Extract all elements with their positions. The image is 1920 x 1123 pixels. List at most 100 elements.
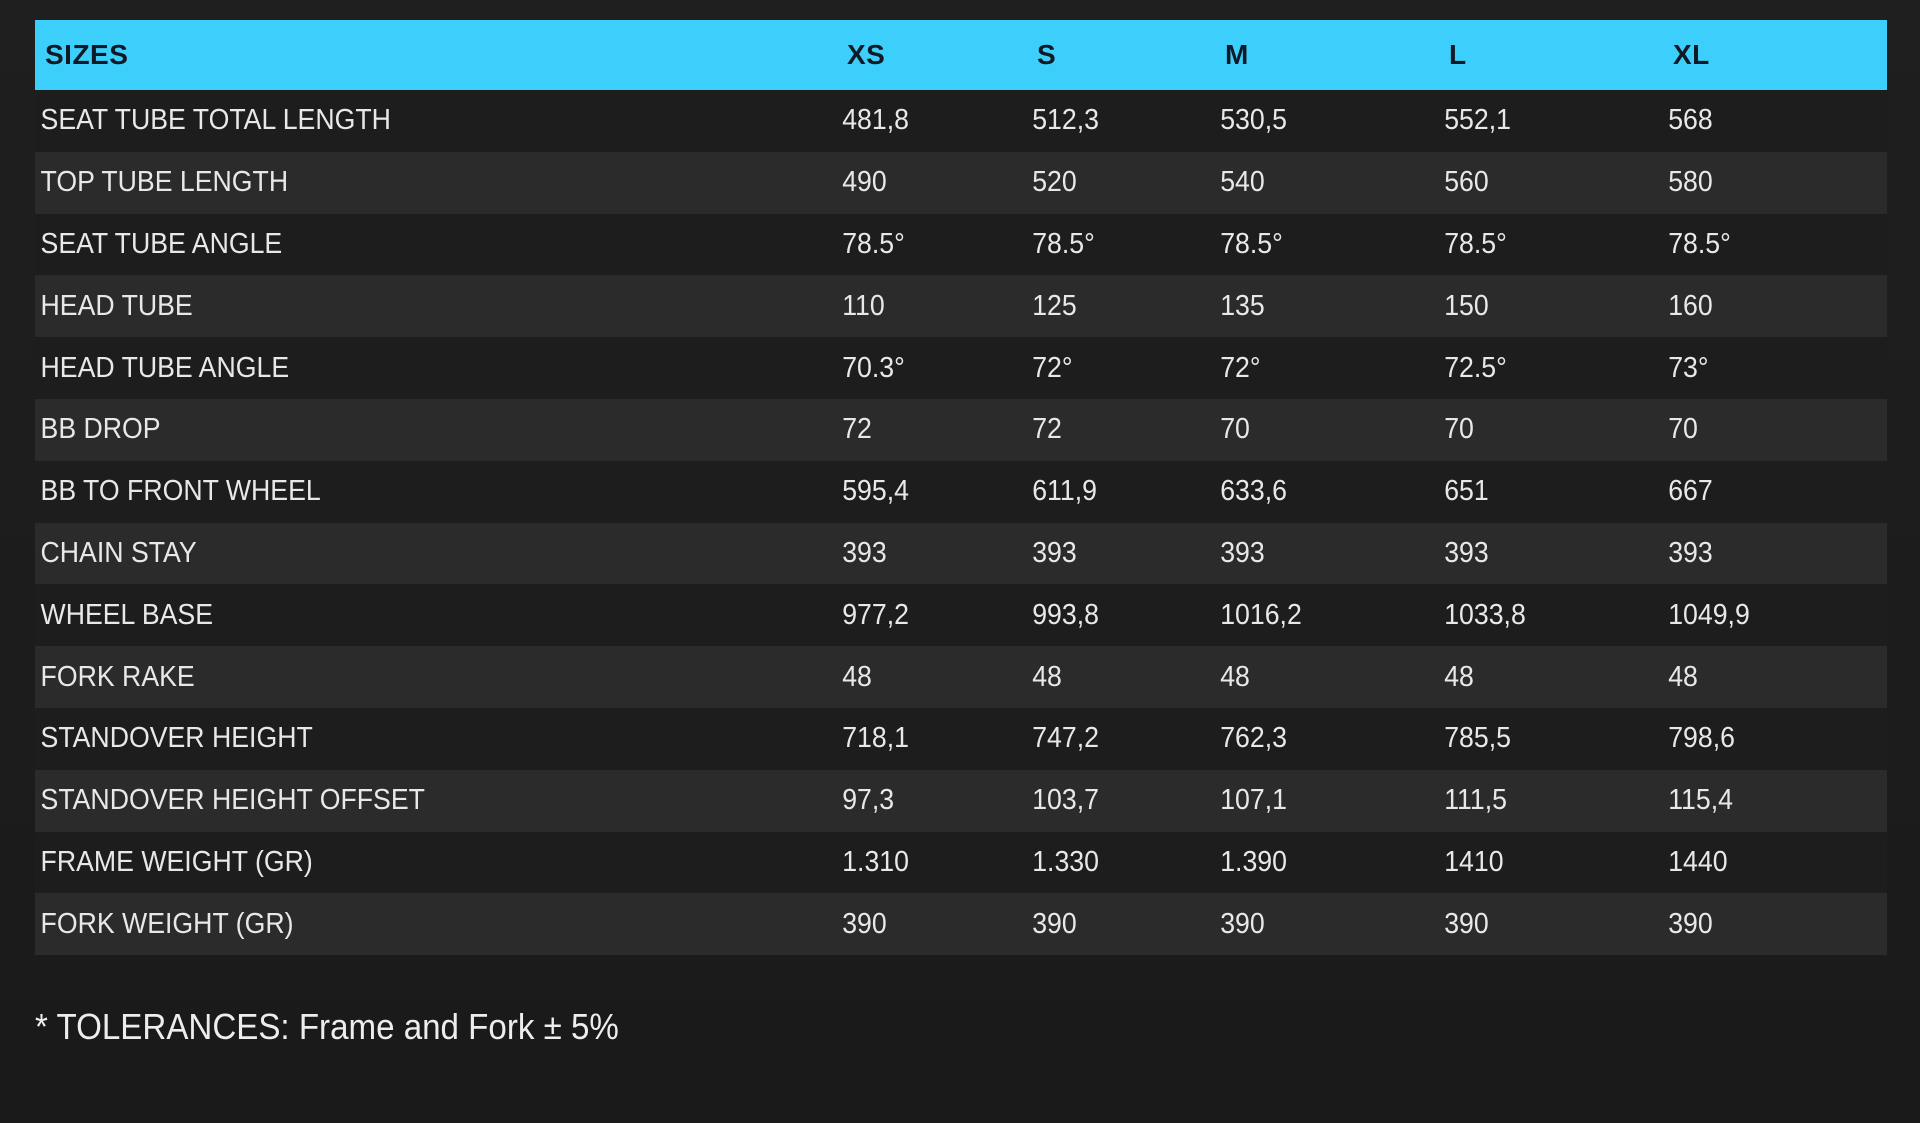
cell-xl: 73° [1668,351,1709,384]
cell-m: 72° [1220,351,1261,384]
cell-s: 1.330 [1032,845,1099,878]
cell-m: 530,5 [1220,104,1287,137]
cell-s: 520 [1032,166,1077,199]
row-label: SEAT TUBE TOTAL LENGTH [40,104,391,137]
cell-s: 125 [1032,289,1077,322]
cell-xs: 595,4 [842,475,909,508]
table-row: STANDOVER HEIGHT OFFSET 97,3 103,7 107,1 111… [35,769,1887,832]
cell-xs: 490 [842,166,887,199]
cell-xl: 1440 [1668,845,1728,878]
cell-xl: 1049,9 [1668,598,1750,631]
cell-s: 72° [1032,351,1073,384]
table-row: TOP TUBE LENGTH 490 520 540 560 580 [35,151,1887,214]
table-row: WHEEL BASE 977,2 993,8 1016,2 1033,8 1049,9 [35,584,1887,647]
cell-l: 552,1 [1444,104,1511,137]
cell-l: 150 [1444,289,1489,322]
cell-xs: 481,8 [842,104,909,137]
table-row: FRAME WEIGHT (GR) 1.310 1.330 1.390 1410 1440 [35,831,1887,894]
cell-l: 78.5° [1444,227,1507,260]
table-header: SIZES XS S M L XL [35,20,1887,90]
cell-m: 540 [1220,166,1265,199]
cell-m: 1016,2 [1220,598,1302,631]
cell-m: 762,3 [1220,722,1287,755]
row-label: FRAME WEIGHT (GR) [40,845,313,878]
row-label: BB TO FRONT WHEEL [40,475,321,508]
table-row: HEAD TUBE ANGLE 70.3° 72° 72° 72.5° 73° [35,337,1887,399]
tolerances-footnote: * TOLERANCES: Frame and Fork ± 5% [35,1006,619,1047]
cell-xl: 798,6 [1668,722,1735,755]
cell-xl: 393 [1668,536,1713,569]
cell-xs: 977,2 [842,598,909,631]
cell-xl: 70 [1668,413,1698,446]
cell-m: 70 [1220,413,1250,446]
header-row: SIZES XS S M L XL [35,20,1887,90]
row-label: STANDOVER HEIGHT OFFSET [40,784,425,817]
header-size-l: L [1449,39,1467,70]
cell-m: 78.5° [1220,227,1283,260]
table-row: SEAT TUBE ANGLE 78.5° 78.5° 78.5° 78.5° 78.5° [35,213,1887,276]
cell-s: 512,3 [1032,104,1099,137]
cell-s: 72 [1032,413,1062,446]
cell-xs: 718,1 [842,722,909,755]
cell-s: 48 [1032,660,1062,693]
row-label: HEAD TUBE [40,289,193,322]
cell-xs: 110 [842,289,885,322]
cell-l: 393 [1444,536,1489,569]
cell-m: 390 [1220,907,1265,940]
cell-xs: 48 [842,660,872,693]
cell-xl: 160 [1668,289,1713,322]
row-label: WHEEL BASE [40,598,214,631]
table-row: SEAT TUBE TOTAL LENGTH 481,8 512,3 530,5 552… [35,90,1887,152]
cell-s: 78.5° [1032,227,1095,260]
cell-m: 633,6 [1220,475,1287,508]
cell-l: 72.5° [1444,351,1507,384]
cell-l: 70 [1444,413,1474,446]
row-label: STANDOVER HEIGHT [40,722,313,755]
geometry-table: SIZES XS S M L XL SEAT TUBE TOTAL LENGTH… [35,20,1887,956]
cell-s: 393 [1032,536,1077,569]
table-row: BB TO FRONT WHEEL 595,4 611,9 633,6 651 667 [35,460,1887,523]
cell-xs: 393 [842,536,887,569]
cell-l: 1410 [1444,845,1504,878]
cell-m: 48 [1220,660,1250,693]
table-row: HEAD TUBE 110 125 135 150 160 [35,275,1887,338]
table-row: FORK RAKE 48 48 48 48 48 [35,646,1887,708]
header-sizes: SIZES [45,39,129,70]
cell-l: 390 [1444,907,1489,940]
cell-xl: 48 [1668,660,1698,693]
cell-xl: 78.5° [1668,227,1731,260]
cell-xs: 1.310 [842,845,909,878]
cell-l: 1033,8 [1444,598,1526,631]
row-label: HEAD TUBE ANGLE [40,351,290,384]
cell-xs: 97,3 [842,784,895,817]
cell-xs: 78.5° [842,227,905,260]
cell-s: 747,2 [1032,722,1099,755]
row-label: CHAIN STAY [40,536,197,569]
cell-s: 103,7 [1032,784,1099,817]
cell-l: 111,5 [1444,784,1508,817]
cell-s: 611,9 [1032,475,1097,508]
cell-m: 1.390 [1220,845,1287,878]
header-size-m: M [1225,39,1249,70]
cell-xl: 667 [1668,475,1713,508]
cell-l: 651 [1444,475,1489,508]
table-row: STANDOVER HEIGHT 718,1 747,2 762,3 785,5 798,… [35,707,1887,770]
table-row: FORK WEIGHT (GR) 390 390 390 390 390 [35,893,1887,956]
table-row: CHAIN STAY 393 393 393 393 393 [35,522,1887,585]
cell-xl: 115,4 [1668,784,1733,817]
table-row: BB DROP 72 72 70 70 70 [35,398,1887,461]
row-label: SEAT TUBE ANGLE [40,227,283,260]
cell-l: 48 [1444,660,1474,693]
header-size-s: S [1037,39,1057,70]
cell-xs: 72 [842,413,872,446]
cell-xl: 390 [1668,907,1713,940]
row-label: FORK RAKE [40,660,195,693]
header-size-xs: XS [847,39,886,70]
cell-xs: 70.3° [842,351,905,384]
cell-s: 993,8 [1032,598,1099,631]
row-label: TOP TUBE LENGTH [40,166,289,199]
cell-m: 393 [1220,536,1265,569]
cell-s: 390 [1032,907,1077,940]
cell-l: 560 [1444,166,1489,199]
row-label: FORK WEIGHT (GR) [40,907,294,940]
